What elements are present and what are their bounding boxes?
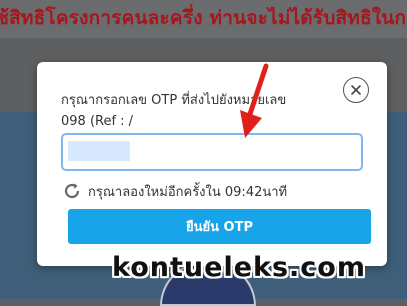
otp-prompt: กรุณากรอกเลข OTP ที่ส่งไปยังหมายเลข 098 … — [61, 90, 341, 132]
otp-input[interactable] — [61, 133, 363, 171]
background-notice-bar: ช้สิทธิโครงการคนละครึ่ง ท่านจะไม่ได้รับส… — [0, 0, 407, 38]
close-button[interactable] — [343, 77, 369, 103]
otp-prompt-line2: 098 (Ref : / — [61, 114, 134, 129]
otp-prompt-line1: กรุณากรอกเลข OTP ที่ส่งไปยังหมายเลข — [61, 93, 287, 108]
close-icon — [351, 85, 361, 95]
refresh-icon[interactable] — [62, 181, 82, 201]
resend-timer-row: กรุณาลองใหม่อีกครั้งใน 09:42นาที — [62, 179, 287, 203]
watermark-text: kontueleks.com — [112, 252, 366, 283]
background-notice-text: ช้สิทธิโครงการคนละครึ่ง ท่านจะไม่ได้รับส… — [0, 7, 407, 29]
otp-dialog: กรุณากรอกเลข OTP ที่ส่งไปยังหมายเลข 098 … — [37, 62, 387, 266]
resend-timer-text: กรุณาลองใหม่อีกครั้งใน 09:42นาที — [88, 184, 288, 200]
confirm-otp-button[interactable]: ยืนยัน OTP — [68, 209, 371, 244]
